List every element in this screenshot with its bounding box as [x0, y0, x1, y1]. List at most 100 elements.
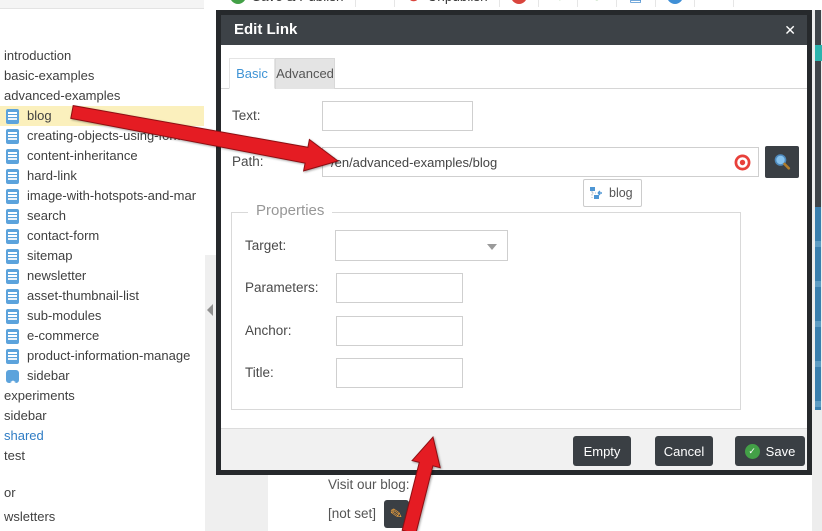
page-document-icon: [6, 289, 19, 304]
visit-blog-label: Visit our blog:: [328, 477, 410, 492]
tree-item-basic-examples[interactable]: basic-examples: [0, 66, 204, 86]
tree-item-sidebar[interactable]: sidebar: [0, 366, 204, 386]
tree-item-label: hard-link: [27, 166, 77, 186]
tree-item-search[interactable]: search: [0, 206, 204, 226]
save-button[interactable]: Save: [735, 436, 805, 466]
toolbar-row: ✓Save & Publish ▾ ⊘ Unpublish ✕ → ↻ ▤ i ●● ●●: [230, 0, 761, 10]
tree-item-contact-form[interactable]: contact-form: [0, 226, 204, 246]
search-button[interactable]: [765, 146, 799, 178]
anchor-input[interactable]: [336, 316, 463, 346]
tree-item-label: experiments: [4, 386, 75, 406]
tree-item-sitemap[interactable]: sitemap: [0, 246, 204, 266]
cancel-button[interactable]: Cancel: [655, 436, 713, 466]
page-document-icon: [6, 269, 19, 284]
empty-button-label: Empty: [584, 444, 621, 459]
panel-splitter[interactable]: [204, 9, 216, 531]
parameters-input[interactable]: [336, 273, 463, 303]
vertical-scrollbar[interactable]: [815, 207, 821, 410]
target-bullseye-icon: [734, 154, 751, 171]
pencil-icon: ✎: [389, 504, 405, 524]
tree-item-shared[interactable]: shared: [0, 426, 204, 446]
drag-proxy-chip: blog: [583, 179, 642, 207]
tab-basic[interactable]: Basic: [229, 58, 275, 89]
close-icon[interactable]: [784, 15, 796, 45]
page-document-icon: [6, 169, 19, 184]
title-input[interactable]: [336, 358, 463, 388]
tree-item-hard-link[interactable]: hard-link: [0, 166, 204, 186]
tree-item-asset-thumbnail-list[interactable]: asset-thumbnail-list: [0, 286, 204, 306]
tree-item-label: wsletters: [4, 507, 55, 527]
document-tree: introductionbasic-examplesadvanced-examp…: [0, 9, 204, 531]
dialog-tab-strip: Basic Advanced: [221, 45, 807, 89]
tree-item-wsletters[interactable]: wsletters: [0, 507, 204, 527]
dialog-footer: Empty Cancel Save: [221, 428, 807, 470]
page-document-icon: [6, 109, 19, 124]
link-not-set-value: [not set]: [328, 506, 376, 521]
page-document-icon: [6, 349, 19, 364]
versions-blue-icon: ▤: [628, 0, 644, 4]
tab-advanced[interactable]: Advanced: [275, 58, 335, 89]
tree-item-e-commerce[interactable]: e-commerce: [0, 326, 204, 346]
toolbar-button-arrow-green[interactable]: →: [550, 0, 566, 4]
tab-advanced-label: Advanced: [276, 66, 334, 81]
delete-red-x-icon: ✕: [511, 0, 527, 4]
tree-item-newsletter[interactable]: newsletter: [0, 266, 204, 286]
toolbar-separator: [499, 0, 500, 7]
tree-item-content-inheritance[interactable]: content-inheritance: [0, 146, 204, 166]
properties-legend: Properties: [248, 202, 332, 219]
tree-item-product-information-manage[interactable]: product-information-manage: [0, 346, 204, 366]
splitter-track: [205, 255, 216, 531]
toolbar-button-check-circle-green[interactable]: ✓Save & Publish: [230, 0, 344, 4]
page-document-icon: [6, 189, 19, 204]
tree-item-label: newsletter: [27, 266, 86, 286]
target-label: Target:: [245, 231, 286, 261]
tree-item-introduction[interactable]: introduction: [0, 46, 204, 66]
toolbar-separator: [733, 0, 734, 7]
toolbar-button-unpublish-red[interactable]: ⊘ Unpublish: [406, 0, 488, 4]
page-document-icon: [6, 229, 19, 244]
toolbar-separator: [355, 0, 356, 7]
users-orange-icon: ●●: [706, 0, 722, 4]
tree-item-advanced-examples[interactable]: advanced-examples: [0, 86, 204, 106]
tree-item-or[interactable]: or: [0, 483, 204, 503]
tree-item-label: image-with-hotspots-and-mar: [27, 186, 196, 206]
path-input[interactable]: [322, 147, 759, 177]
toolbar-button-users-orange[interactable]: ●●: [706, 0, 722, 4]
tree-panel-header: [0, 0, 204, 9]
tree-item-image-with-hotspots-and-mar[interactable]: image-with-hotspots-and-mar: [0, 186, 204, 206]
toolbar-button-label: Unpublish: [428, 0, 488, 4]
tree-item-label: content-inheritance: [27, 146, 138, 166]
users-orange-icon: ●●: [745, 0, 761, 4]
tab-basic-label: Basic: [236, 66, 268, 81]
empty-button[interactable]: Empty: [573, 436, 631, 466]
editor-margin: [216, 475, 268, 531]
parameters-label: Parameters:: [245, 273, 319, 303]
tree-item-blog[interactable]: blog: [0, 106, 204, 126]
tree-item-creating-objects-using-forms[interactable]: creating-objects-using-forms: [0, 126, 204, 146]
target-combobox[interactable]: [335, 230, 508, 261]
toolbar-button-caret-down[interactable]: ▾: [367, 0, 383, 4]
app-stage: ✓Save & Publish ▾ ⊘ Unpublish ✕ → ↻ ▤ i ●● ●● intr…: [0, 0, 822, 531]
tree-item-label: contact-form: [27, 226, 99, 246]
dialog-titlebar[interactable]: Edit Link: [221, 15, 807, 45]
page-document-icon: [6, 309, 19, 324]
text-input[interactable]: [322, 101, 473, 131]
title-label: Title:: [245, 358, 274, 388]
toolbar-button-delete-red-x[interactable]: ✕: [511, 0, 527, 4]
toolbar-button-info-blue[interactable]: i: [667, 0, 683, 4]
tree-item-sub-modules[interactable]: sub-modules: [0, 306, 204, 326]
page-document-icon: [6, 129, 19, 144]
tree-item-experiments[interactable]: experiments: [0, 386, 204, 406]
toolbar-button-refresh-green[interactable]: ↻: [589, 0, 605, 4]
collapse-panel-icon[interactable]: [207, 304, 213, 316]
tree-item-label: introduction: [4, 46, 71, 66]
toolbar-button-versions-blue[interactable]: ▤: [628, 0, 644, 4]
tree-item-test[interactable]: test: [0, 446, 204, 466]
toolbar-button-users-orange[interactable]: ●●: [745, 0, 761, 4]
unpublish-red-icon: ⊘: [406, 0, 422, 4]
edit-link-button[interactable]: ✎: [384, 500, 409, 528]
right-edge-strip: [812, 0, 822, 531]
refresh-green-icon: ↻: [589, 0, 605, 4]
tree-item-sidebar[interactable]: sidebar: [0, 406, 204, 426]
tree-item-label: creating-objects-using-forms: [27, 126, 191, 146]
